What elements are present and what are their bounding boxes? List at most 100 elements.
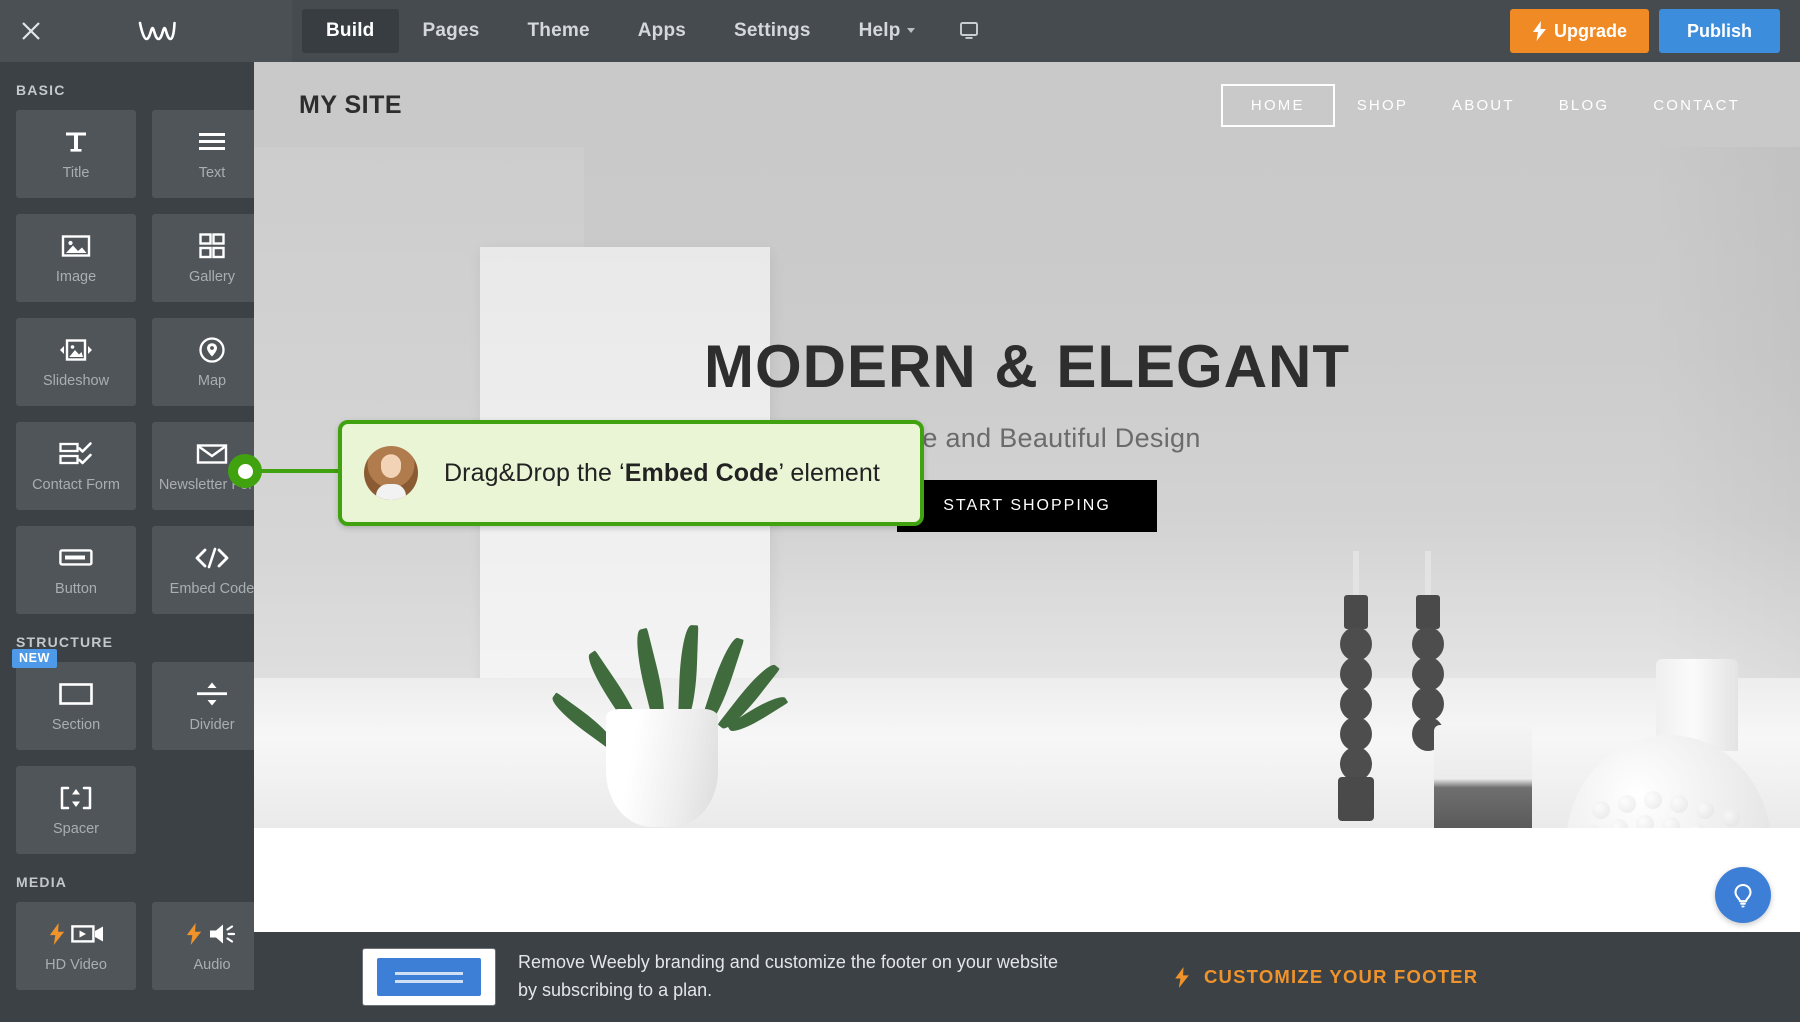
sidebar-structure-grid: NEW Section Divider Spacer [0, 649, 292, 854]
sidebar-item-label: Text [198, 164, 226, 181]
hero-plant-pot [606, 709, 718, 827]
website-footer-thumbnail [362, 948, 496, 1006]
publish-button[interactable]: Publish [1658, 9, 1780, 53]
callout-connector-line [258, 469, 344, 473]
customize-footer-button[interactable]: CUSTOMIZE YOUR FOOTER [1174, 966, 1478, 988]
tab-settings[interactable]: Settings [710, 9, 835, 53]
gallery-grid-icon [199, 231, 225, 261]
upgrade-button[interactable]: Upgrade [1509, 9, 1649, 53]
hero-heading[interactable]: MODERN & ELEGANT [254, 332, 1800, 401]
sidebar-item-label: Button [55, 580, 97, 597]
sidebar-item-label: Image [55, 268, 97, 285]
sidebar-item-spacer[interactable]: Spacer [16, 766, 136, 854]
elements-sidebar[interactable]: BASIC Title Text Image Gallery Slideshow… [0, 62, 292, 1022]
divider-icon [195, 679, 229, 709]
weebly-logo[interactable] [62, 18, 252, 44]
tab-theme[interactable]: Theme [503, 9, 613, 53]
sidebar-item-label: HD Video [45, 956, 107, 973]
footer-upsell-banner: Remove Weebly branding and customize the… [254, 932, 1800, 1022]
sidebar-item-label: Spacer [53, 820, 99, 837]
site-header: MY SITE HOME SHOP ABOUT BLOG CONTACT [254, 62, 1800, 147]
new-badge: NEW [12, 649, 57, 668]
close-icon [22, 22, 40, 40]
video-camera-icon [48, 919, 105, 949]
tab-help-label: Help [858, 20, 901, 41]
title-icon [63, 127, 89, 157]
site-logo-title[interactable]: MY SITE [299, 91, 402, 120]
editor-tabs: Build Pages Theme Apps Settings Help [292, 0, 988, 62]
callout-message: Drag&Drop the ‘Embed Code’ element [444, 459, 880, 488]
help-bubble-button[interactable] [1715, 867, 1771, 923]
speaker-icon [185, 919, 240, 949]
site-empty-section[interactable] [254, 828, 1800, 932]
envelope-icon [196, 439, 228, 469]
lightbulb-icon [1734, 883, 1752, 908]
weebly-w-icon [138, 21, 176, 41]
avatar [364, 446, 418, 500]
tab-pages[interactable]: Pages [399, 9, 504, 53]
slideshow-icon [56, 335, 96, 365]
lightning-bolt-icon [1175, 966, 1189, 988]
upgrade-label: Upgrade [1553, 20, 1627, 41]
tab-help[interactable]: Help [835, 9, 939, 53]
site-nav-home[interactable]: HOME [1220, 84, 1335, 127]
lightning-bolt-icon [1532, 21, 1546, 41]
sidebar-item-image[interactable]: Image [16, 214, 136, 302]
site-nav-about[interactable]: ABOUT [1430, 84, 1537, 127]
sidebar-item-title[interactable]: Title [16, 110, 136, 198]
sidebar-item-label: Slideshow [42, 372, 110, 389]
button-icon [59, 543, 93, 573]
sidebar-item-hd-video[interactable]: HD Video [16, 902, 136, 990]
customize-footer-label: CUSTOMIZE YOUR FOOTER [1204, 966, 1479, 987]
site-nav-contact[interactable]: CONTACT [1631, 84, 1762, 127]
tab-apps[interactable]: Apps [614, 9, 710, 53]
sidebar-item-label: Divider [189, 716, 235, 733]
callout-text-after: ’ element [778, 458, 880, 487]
text-lines-icon [197, 127, 227, 157]
pro-bolt-icon [49, 922, 64, 945]
sidebar-item-label: Section [51, 716, 101, 733]
site-nav-blog[interactable]: BLOG [1537, 84, 1631, 127]
hero-tumbler-decor [1434, 725, 1532, 828]
spacer-icon [59, 783, 93, 813]
site-nav-shop[interactable]: SHOP [1335, 84, 1430, 127]
sidebar-section-basic-label: BASIC [16, 82, 66, 98]
sidebar-item-label: Gallery [189, 268, 235, 285]
sidebar-item-label: Title [62, 164, 90, 181]
footer-upsell-message: Remove Weebly branding and customize the… [518, 952, 1058, 1000]
hero-candlestick-tall [1336, 551, 1376, 828]
sidebar-basic-grid: Title Text Image Gallery Slideshow Map C… [0, 110, 292, 614]
tutorial-callout: Drag&Drop the ‘Embed Code’ element [338, 420, 924, 526]
sidebar-item-section[interactable]: NEW Section [12, 649, 136, 750]
sidebar-item-label: Map [197, 372, 227, 389]
callout-text-bold: Embed Code [624, 458, 779, 487]
contact-form-icon [59, 439, 93, 469]
site-navigation: HOME SHOP ABOUT BLOG CONTACT [1220, 84, 1762, 127]
sidebar-item-label: Embed Code [169, 580, 255, 597]
sidebar-item-label: Contact Form [32, 476, 120, 493]
top-toolbar: Build Pages Theme Apps Settings Help Upg… [0, 0, 1800, 62]
sidebar-item-contact-form[interactable]: Contact Form [16, 422, 136, 510]
hero-cta-button[interactable]: START SHOPPING [897, 480, 1157, 532]
tab-build[interactable]: Build [302, 9, 399, 53]
sidebar-section-media-label: MEDIA [16, 874, 68, 890]
code-icon [194, 543, 230, 573]
sidebar-item-button[interactable]: Button [16, 526, 136, 614]
desktop-monitor-icon [959, 22, 978, 39]
close-editor-button[interactable] [0, 0, 62, 62]
sidebar-item-slideshow[interactable]: Slideshow [16, 318, 136, 406]
callout-text-before: Drag&Drop the ‘ [444, 458, 625, 487]
image-icon [61, 231, 91, 261]
toolbar-brand-area [0, 0, 292, 62]
callout-anchor-dot [228, 454, 262, 488]
pro-bolt-icon [186, 922, 201, 945]
device-preview-picker[interactable] [957, 9, 988, 53]
chevron-down-icon [906, 28, 915, 34]
hero-table-surface [254, 678, 1800, 828]
map-pin-icon [198, 335, 226, 365]
sidebar-media-grid: HD Video Audio [0, 902, 292, 990]
toolbar-actions: Upgrade Publish [1509, 9, 1800, 53]
section-icon [59, 679, 93, 709]
sidebar-item-label: Audio [193, 956, 231, 973]
hero-vase-texture [1584, 791, 1764, 828]
